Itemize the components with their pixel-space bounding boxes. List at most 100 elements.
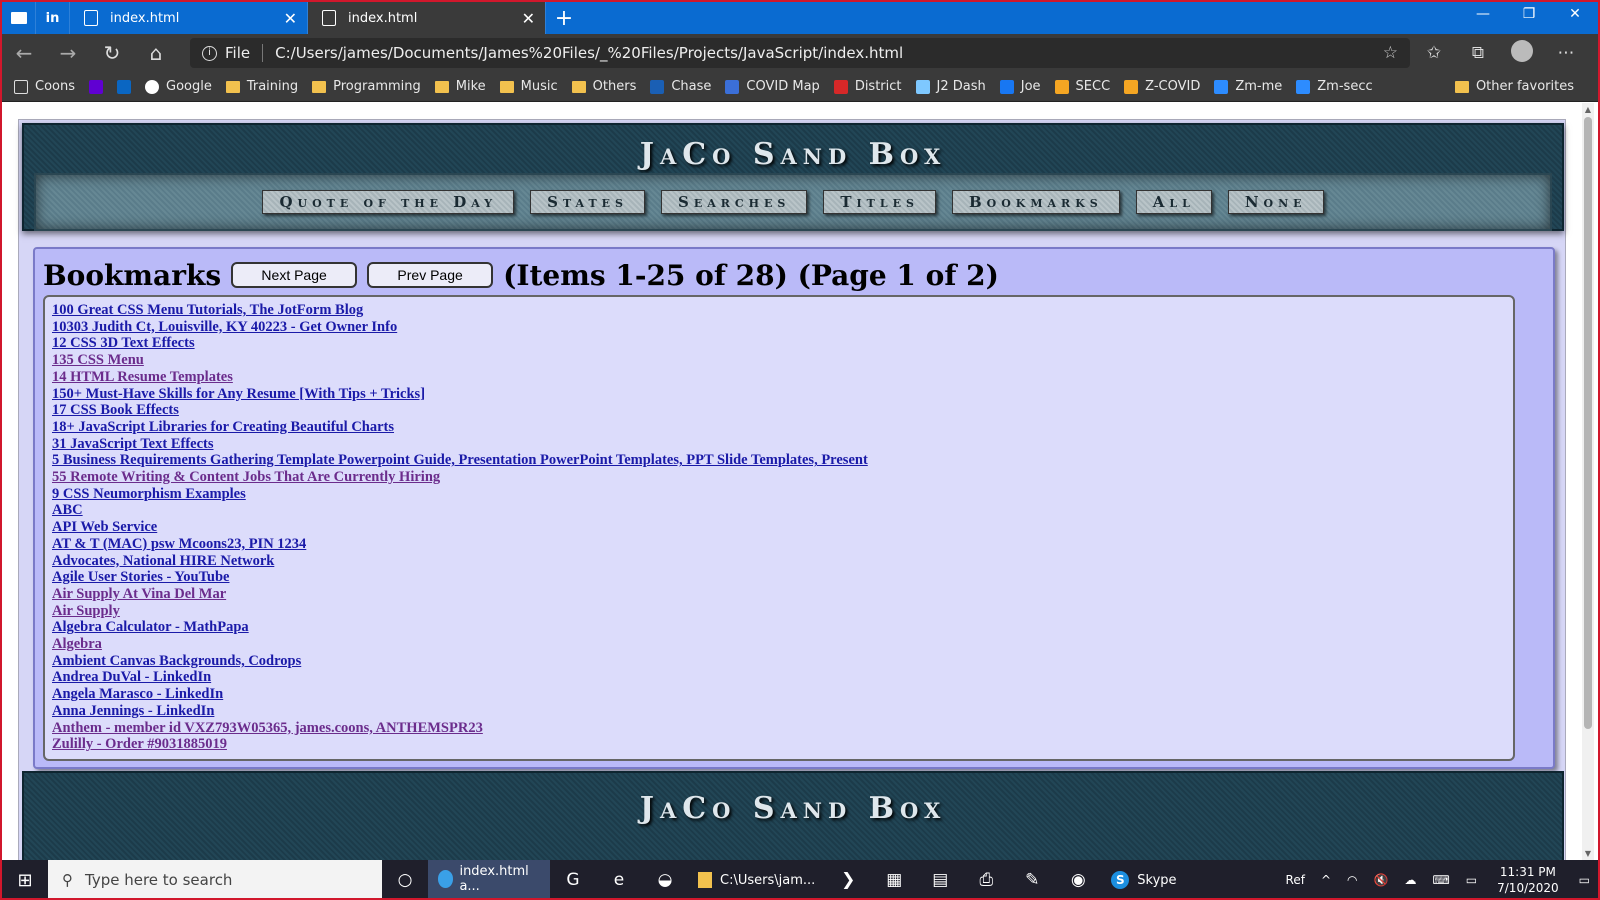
refresh-icon[interactable]: ↻ <box>90 41 134 65</box>
tray-ref-label[interactable]: Ref <box>1278 873 1313 887</box>
bookmark-secc[interactable]: SECC <box>1054 79 1110 94</box>
bookmark-district[interactable]: District <box>833 79 902 94</box>
scroll-down-icon[interactable]: ▼ <box>1582 849 1594 858</box>
bookmark-link[interactable]: Algebra <box>52 636 1506 653</box>
bookmark-link[interactable]: 150+ Must-Have Skills for Any Resume [Wi… <box>52 386 1506 403</box>
scroll-up-icon[interactable]: ▲ <box>1582 105 1594 114</box>
menu-button-bookmarks[interactable]: Bookmarks <box>951 190 1120 214</box>
taskbar-app-edge[interactable]: index.html a... <box>428 860 550 898</box>
bookmark-link[interactable]: Agile User Stories - YouTube <box>52 569 1506 586</box>
taskbar-search[interactable]: ⚲ Type here to search <box>48 860 382 898</box>
bookmark-link[interactable]: 135 CSS Menu <box>52 352 1506 369</box>
tab-pinned-mail[interactable] <box>2 2 36 34</box>
bookmark-z-covid[interactable]: Z-COVID <box>1124 79 1200 94</box>
restore-icon[interactable]: ❐ <box>1506 2 1552 30</box>
bookmark-others[interactable]: Others <box>571 79 636 94</box>
task-view-icon[interactable]: ○ <box>382 860 428 898</box>
more-icon[interactable]: ⋯ <box>1544 43 1588 63</box>
bookmark-link[interactable]: 18+ JavaScript Libraries for Creating Be… <box>52 419 1506 436</box>
bookmark-link[interactable]: ABC <box>52 502 1506 519</box>
keyboard-icon[interactable]: ⌨ <box>1424 873 1457 887</box>
menu-button-searches[interactable]: Searches <box>661 190 808 214</box>
bookmark-link[interactable]: AT & T (MAC) psw Mcoons23, PIN 1234 <box>52 536 1506 553</box>
favorites-icon[interactable]: ✩ <box>1412 43 1456 63</box>
menu-button-all[interactable]: All <box>1135 190 1212 214</box>
chevron-up-icon[interactable]: ^ <box>1313 873 1339 887</box>
windows-start-icon[interactable]: ⊞ <box>2 870 48 891</box>
bookmark-link[interactable]: API Web Service <box>52 519 1506 536</box>
bookmark-covid-map[interactable]: COVID Map <box>725 79 820 94</box>
bookmark-link[interactable]: 55 Remote Writing & Content Jobs That Ar… <box>52 469 1506 486</box>
menu-button-none[interactable]: None <box>1227 190 1324 214</box>
bookmark-link[interactable]: Andrea DuVal - LinkedIn <box>52 669 1506 686</box>
bookmark-link[interactable]: 14 HTML Resume Templates <box>52 369 1506 386</box>
other-favorites[interactable]: Other favorites <box>1454 79 1574 94</box>
bookmark-link[interactable]: 10303 Judith Ct, Louisville, KY 40223 - … <box>52 319 1506 336</box>
bookmark-link[interactable]: Ambient Canvas Backgrounds, Codrops <box>52 653 1506 670</box>
taskbar-app-skype[interactable]: S Skype <box>1101 860 1186 898</box>
printer-icon[interactable]: ⎙ <box>963 860 1009 898</box>
menu-button-quote-of-the-day[interactable]: Quote of the Day <box>262 190 515 214</box>
chrome-icon[interactable]: ◉ <box>1055 860 1101 898</box>
bookmark-j2-dash[interactable]: J2 Dash <box>915 79 986 94</box>
close-icon[interactable]: ✕ <box>522 9 535 28</box>
bookmark-link[interactable]: 31 JavaScript Text Effects <box>52 436 1506 453</box>
bookmark-google[interactable]: Google <box>145 79 212 94</box>
calendar-icon[interactable]: ▦ <box>871 860 917 898</box>
bookmark-music[interactable]: Music <box>499 79 558 94</box>
back-icon[interactable]: ← <box>2 41 46 65</box>
scroll-thumb[interactable] <box>1584 117 1592 729</box>
bookmark-link[interactable]: Air Supply At Vina Del Mar <box>52 586 1506 603</box>
bookmark-linkedin[interactable] <box>117 79 131 94</box>
bookmark-link[interactable]: 100 Great CSS Menu Tutorials, The JotFor… <box>52 302 1506 319</box>
bookmark-link[interactable]: Anna Jennings - LinkedIn <box>52 703 1506 720</box>
bookmark-mike[interactable]: Mike <box>434 79 486 94</box>
bookmark-zm-secc[interactable]: Zm-secc <box>1296 79 1373 94</box>
new-tab-button[interactable]: + <box>546 2 582 34</box>
menu-button-titles[interactable]: Titles <box>823 190 936 214</box>
info-icon[interactable]: i <box>202 45 217 61</box>
notepad-icon[interactable]: ✎ <box>1009 860 1055 898</box>
google-icon[interactable]: G <box>550 860 596 898</box>
bookmark-link[interactable]: Advocates, National HIRE Network <box>52 553 1506 570</box>
bookmark-chase[interactable]: Chase <box>650 79 711 94</box>
bookmark-link[interactable]: Anthem - member id VXZ793W05365, james.c… <box>52 720 1506 737</box>
wifi-icon[interactable]: ◠ <box>1339 873 1365 887</box>
display-icon[interactable]: ▭ <box>1458 873 1485 887</box>
bookmark-zm-me[interactable]: Zm-me <box>1214 79 1282 94</box>
bookmark-link[interactable]: 17 CSS Book Effects <box>52 402 1506 419</box>
url-text[interactable]: C:/Users/james/Documents/James%20Files/_… <box>275 44 903 62</box>
tab-index-2[interactable]: index.html ✕ <box>308 2 546 34</box>
tab-index-1[interactable]: index.html ✕ <box>70 2 308 34</box>
bookmark-coons[interactable]: Coons <box>14 79 75 94</box>
bookmark-link[interactable]: 12 CSS 3D Text Effects <box>52 335 1506 352</box>
vertical-scrollbar[interactable]: ▲ ▼ <box>1582 103 1594 860</box>
close-window-icon[interactable]: ✕ <box>1552 2 1598 30</box>
bookmark-joe[interactable]: Joe <box>999 79 1041 94</box>
photos-icon[interactable]: ◒ <box>642 860 688 898</box>
notifications-icon[interactable]: ▭ <box>1571 873 1598 887</box>
bookmark-yahoo[interactable] <box>89 79 103 94</box>
tab-pinned-linkedin[interactable]: in <box>36 2 70 34</box>
bookmark-programming[interactable]: Programming <box>312 79 421 94</box>
profile-avatar[interactable] <box>1500 39 1544 67</box>
bookmark-link[interactable]: Angela Marasco - LinkedIn <box>52 686 1506 703</box>
clock[interactable]: 11:31 PM 7/10/2020 <box>1485 864 1571 896</box>
volume-muted-icon[interactable]: 🔇 <box>1366 873 1397 887</box>
taskbar-app-explorer[interactable]: C:\Users\jam... <box>688 860 825 898</box>
bookmark-link[interactable]: 5 Business Requirements Gathering Templa… <box>52 452 1506 469</box>
minimize-icon[interactable]: — <box>1460 2 1506 30</box>
forward-icon[interactable]: → <box>46 41 90 65</box>
collections-icon[interactable]: ⧉ <box>1456 43 1500 63</box>
bookmark-link[interactable]: Algebra Calculator - MathPapa <box>52 619 1506 636</box>
favorite-star-icon[interactable]: ☆ <box>1383 43 1398 63</box>
close-icon[interactable]: ✕ <box>284 9 297 28</box>
home-icon[interactable]: ⌂ <box>134 41 178 65</box>
address-bar[interactable]: i File C:/Users/james/Documents/James%20… <box>190 38 1410 68</box>
next-page-button[interactable]: Next Page <box>231 262 358 288</box>
calculator-icon[interactable]: ▤ <box>917 860 963 898</box>
bookmark-link[interactable]: Air Supply <box>52 603 1506 620</box>
bookmark-training[interactable]: Training <box>225 79 298 94</box>
vscode-icon[interactable]: ❯ <box>825 860 871 898</box>
prev-page-button[interactable]: Prev Page <box>367 262 494 288</box>
